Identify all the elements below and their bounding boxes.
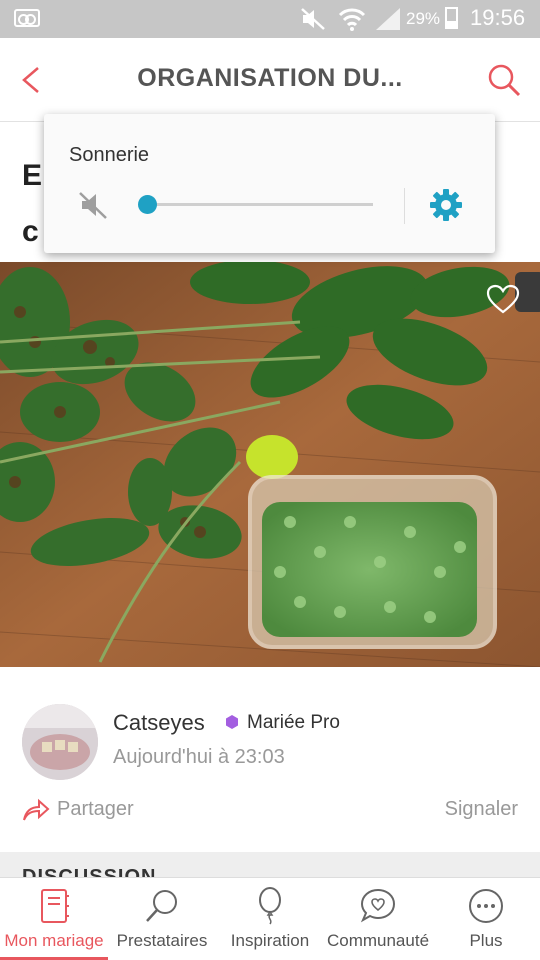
- post-timestamp: Aujourd'hui à 23:03: [113, 746, 285, 768]
- nav-label: Inspiration: [230, 931, 310, 950]
- chevron-left-icon[interactable]: [14, 60, 50, 100]
- article-title-line: c: [22, 215, 39, 248]
- volume-title: Sonnerie: [69, 144, 150, 166]
- signal-icon: [376, 8, 400, 30]
- volume-popup: Sonnerie: [44, 114, 495, 253]
- volume-slider[interactable]: [147, 203, 373, 206]
- report-link[interactable]: Signaler: [445, 798, 518, 821]
- nav-mon-mariage[interactable]: Mon mariage: [0, 878, 108, 960]
- divider: [404, 188, 405, 224]
- nav-label: Plus: [469, 931, 503, 950]
- clock: 19:56: [470, 5, 526, 30]
- app-header: ORGANISATION DU...: [0, 38, 540, 122]
- voicemail-icon: [14, 9, 40, 27]
- nav-inspiration[interactable]: Inspiration: [216, 878, 324, 960]
- post-author-card: Catseyes Mariée Pro Aujourd'hui à 23:03 …: [0, 682, 540, 852]
- gear-icon[interactable]: [429, 188, 463, 222]
- nav-label: Mon mariage: [4, 931, 104, 950]
- heart-icon[interactable]: [486, 284, 520, 314]
- post-photo[interactable]: [0, 262, 540, 667]
- chat-heart-icon: [360, 888, 396, 923]
- article-title: E c: [22, 148, 42, 260]
- volume-slider-handle[interactable]: [138, 195, 157, 214]
- avatar[interactable]: [22, 704, 98, 780]
- battery-percent: 29%: [406, 9, 441, 28]
- more-icon: [469, 889, 503, 923]
- search-icon[interactable]: [484, 60, 524, 100]
- leaves-photo: [0, 262, 540, 667]
- status-bar: 29% 19:56: [0, 0, 540, 38]
- notebook-icon: [41, 889, 69, 923]
- bottom-navigation: Mon mariage Prestataires Inspiration Com…: [0, 877, 540, 960]
- nav-label: Communauté: [326, 931, 430, 950]
- nav-communaute[interactable]: Communauté: [324, 878, 432, 960]
- badge-hexagon-icon: [226, 715, 238, 729]
- nav-prestataires[interactable]: Prestataires: [108, 878, 216, 960]
- share-label: Partager: [57, 798, 134, 820]
- share-arrow-icon: [23, 798, 50, 821]
- author-name[interactable]: Catseyes: [113, 710, 205, 736]
- mute-icon[interactable]: [78, 190, 108, 220]
- author-badge: Mariée Pro: [247, 712, 340, 733]
- nav-label: Prestataires: [116, 931, 208, 950]
- article-title-line: E: [22, 159, 43, 192]
- battery-icon: [445, 7, 458, 29]
- mute-icon: [301, 8, 325, 30]
- search-icon: [146, 890, 177, 922]
- avatar-image: [22, 704, 98, 780]
- balloon-icon: [259, 887, 281, 925]
- nav-plus[interactable]: Plus: [432, 878, 540, 960]
- wifi-icon: [338, 8, 366, 31]
- page-title: ORGANISATION DU...: [137, 64, 403, 92]
